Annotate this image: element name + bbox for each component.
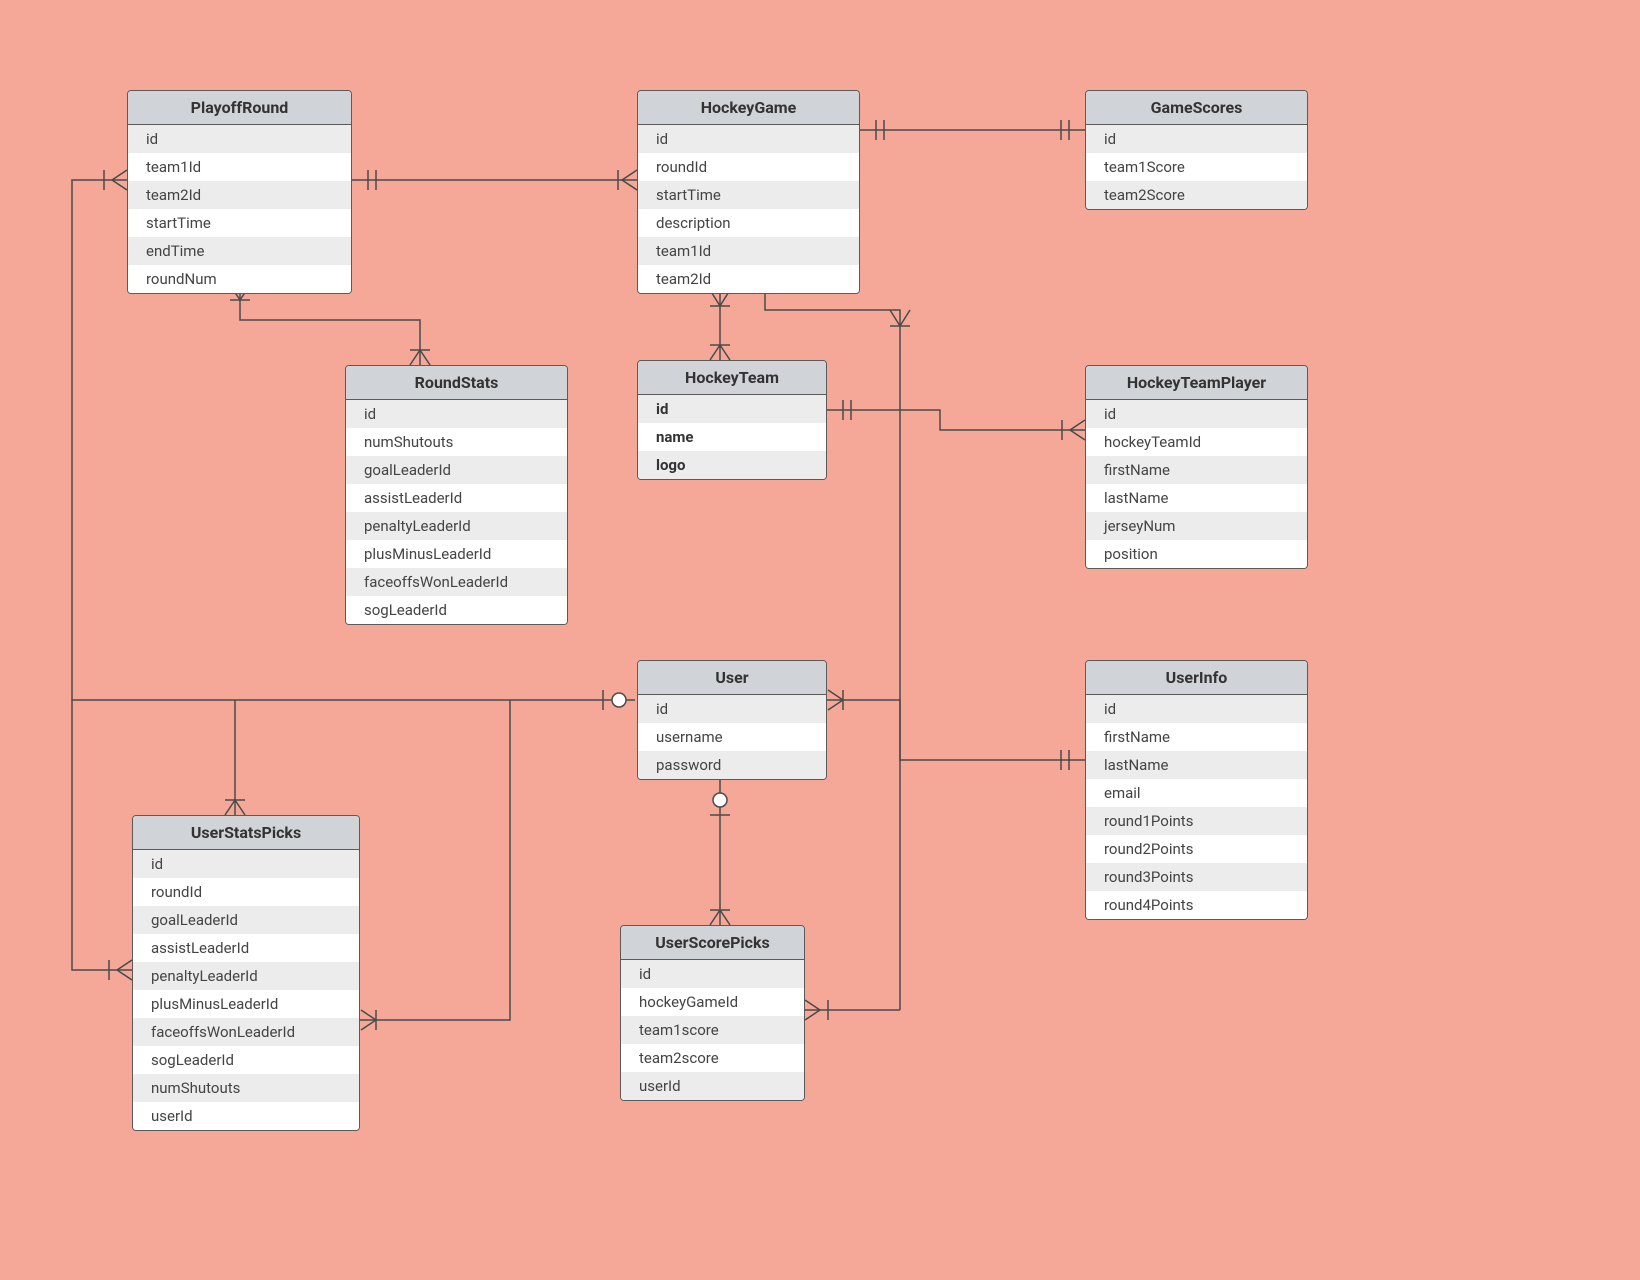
entity-user: User id username password (637, 660, 827, 780)
entity-title: HockeyGame (638, 91, 859, 125)
entity-hockey-game: HockeyGame id roundId startTime descript… (637, 90, 860, 294)
entity-field: name (638, 423, 826, 451)
entity-field: description (638, 209, 859, 237)
entity-title: HockeyTeam (638, 361, 826, 395)
entity-field: roundId (638, 153, 859, 181)
entity-field: startTime (128, 209, 351, 237)
entity-field: endTime (128, 237, 351, 265)
entity-title: GameScores (1086, 91, 1307, 125)
entity-field: userId (133, 1102, 359, 1130)
entity-field: faceoffsWonLeaderId (346, 568, 567, 596)
entity-field: team2Id (128, 181, 351, 209)
entity-field: round3Points (1086, 863, 1307, 891)
entity-field: sogLeaderId (133, 1046, 359, 1074)
entity-field: goalLeaderId (133, 906, 359, 934)
entity-round-stats: RoundStats id numShutouts goalLeaderId a… (345, 365, 568, 625)
entity-field: plusMinusLeaderId (133, 990, 359, 1018)
entity-hockey-team-player: HockeyTeamPlayer id hockeyTeamId firstNa… (1085, 365, 1308, 569)
entity-field: plusMinusLeaderId (346, 540, 567, 568)
entity-field: round1Points (1086, 807, 1307, 835)
entity-hockey-team: HockeyTeam id name logo (637, 360, 827, 480)
entity-field: round2Points (1086, 835, 1307, 863)
entity-field: startTime (638, 181, 859, 209)
entity-user-stats-picks: UserStatsPicks id roundId goalLeaderId a… (132, 815, 360, 1131)
entity-field: username (638, 723, 826, 751)
entity-field: faceoffsWonLeaderId (133, 1018, 359, 1046)
entity-field: id (638, 695, 826, 723)
entity-field: sogLeaderId (346, 596, 567, 624)
entity-title: RoundStats (346, 366, 567, 400)
entity-field: team1Id (638, 237, 859, 265)
entity-field: lastName (1086, 484, 1307, 512)
entity-field: team2Score (1086, 181, 1307, 209)
entity-field: id (1086, 125, 1307, 153)
entity-field: hockeyGameId (621, 988, 804, 1016)
entity-user-info: UserInfo id firstName lastName email rou… (1085, 660, 1308, 920)
entity-field: team2score (621, 1044, 804, 1072)
entity-field: team2Id (638, 265, 859, 293)
entity-title: PlayoffRound (128, 91, 351, 125)
entity-field: firstName (1086, 456, 1307, 484)
entity-field: email (1086, 779, 1307, 807)
entity-field: numShutouts (346, 428, 567, 456)
entity-title: UserInfo (1086, 661, 1307, 695)
entity-title: UserScorePicks (621, 926, 804, 960)
entity-field: position (1086, 540, 1307, 568)
entity-field: penaltyLeaderId (133, 962, 359, 990)
entity-field: round4Points (1086, 891, 1307, 919)
entity-field: team1score (621, 1016, 804, 1044)
entity-field: assistLeaderId (133, 934, 359, 962)
entity-field: id (1086, 400, 1307, 428)
entity-field: id (128, 125, 351, 153)
entity-field: id (638, 395, 826, 423)
entity-field: hockeyTeamId (1086, 428, 1307, 456)
entity-field: password (638, 751, 826, 779)
entity-user-score-picks: UserScorePicks id hockeyGameId team1scor… (620, 925, 805, 1101)
entity-field: id (346, 400, 567, 428)
entity-field: id (133, 850, 359, 878)
entity-field: roundNum (128, 265, 351, 293)
entity-field: id (1086, 695, 1307, 723)
entity-field: roundId (133, 878, 359, 906)
entity-playoff-round: PlayoffRound id team1Id team2Id startTim… (127, 90, 352, 294)
entity-field: firstName (1086, 723, 1307, 751)
entity-field: id (621, 960, 804, 988)
entity-field: goalLeaderId (346, 456, 567, 484)
entity-game-scores: GameScores id team1Score team2Score (1085, 90, 1308, 210)
entity-field: team1Score (1086, 153, 1307, 181)
entity-field: numShutouts (133, 1074, 359, 1102)
entity-field: assistLeaderId (346, 484, 567, 512)
entity-title: HockeyTeamPlayer (1086, 366, 1307, 400)
entity-field: lastName (1086, 751, 1307, 779)
entity-field: id (638, 125, 859, 153)
entity-field: logo (638, 451, 826, 479)
entity-field: jerseyNum (1086, 512, 1307, 540)
entity-title: UserStatsPicks (133, 816, 359, 850)
entity-field: team1Id (128, 153, 351, 181)
entity-title: User (638, 661, 826, 695)
entity-field: penaltyLeaderId (346, 512, 567, 540)
entity-field: userId (621, 1072, 804, 1100)
